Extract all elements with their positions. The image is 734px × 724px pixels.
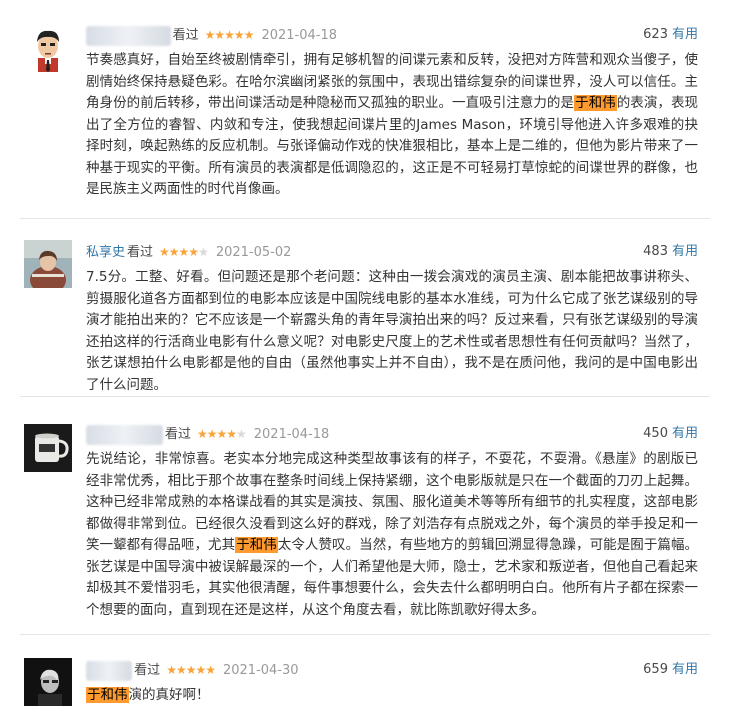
watch-status: 看过 [172, 28, 199, 43]
vote-count: 659 [643, 662, 668, 677]
useful-button[interactable]: 有用 [672, 27, 698, 42]
keyword-highlight: 于和伟 [235, 537, 278, 553]
divider [20, 634, 710, 635]
review-date: 2021-05-02 [215, 245, 292, 260]
keyword-highlight: 于和伟 [86, 687, 129, 703]
vote-count: 450 [643, 426, 668, 441]
review-date: 2021-04-30 [222, 663, 299, 678]
useful-button[interactable]: 有用 [672, 662, 698, 677]
vote-area: 659 有用 [643, 660, 698, 680]
review-meta: xxxxxxxxxx看过 ★★★★★ 2021-04-18 [86, 424, 330, 445]
username-link[interactable]: xxxxxx [86, 661, 133, 681]
username-link[interactable]: 私享史 [86, 243, 125, 263]
review-text-part: 演的真好啊！ [128, 687, 210, 703]
avatar[interactable] [24, 24, 72, 72]
review-meta: xxxxxx看过 ★★★★★ 2021-04-30 [86, 660, 299, 681]
avatar[interactable] [24, 658, 72, 706]
divider [20, 396, 710, 397]
watch-status: 看过 [127, 245, 154, 260]
rating-stars: ★★★★★ [166, 663, 216, 677]
rating-stars: ★★★★★ [196, 427, 247, 441]
rating-stars: ★★★★★ [204, 28, 255, 42]
review-meta: xxxxxxxxxxx看过 ★★★★★ 2021-04-18 [86, 25, 338, 46]
review-text-part: 7.5分。工整、好看。但问题还是那个老问题：这种由一拨会演戏的演员主演、剧本能把… [86, 269, 698, 393]
avatar[interactable] [24, 424, 72, 472]
rating-stars: ★★★★★ [159, 245, 209, 259]
username-link[interactable]: xxxxxxxxxx [86, 425, 163, 445]
review-meta: 私享史 看过 ★★★★★ 2021-05-02 [86, 242, 291, 262]
vote-area: 623 有用 [643, 25, 698, 45]
divider [20, 218, 710, 219]
vote-count: 483 [643, 244, 668, 259]
review-text: 先说结论，非常惊喜。老实本分地完成这种类型故事该有的样子，不耍花，不耍滑。《悬崖… [86, 449, 698, 621]
review-text: 于和伟演的真好啊！ [86, 685, 698, 707]
review-date: 2021-04-18 [253, 427, 330, 442]
username-link[interactable]: xxxxxxxxxxx [86, 26, 171, 46]
review-text: 7.5分。工整、好看。但问题还是那个老问题：这种由一拨会演戏的演员主演、剧本能把… [86, 267, 698, 396]
review-date: 2021-04-18 [261, 28, 338, 43]
useful-button[interactable]: 有用 [672, 244, 698, 259]
watch-status: 看过 [134, 663, 161, 678]
avatar[interactable] [24, 240, 72, 288]
review-text: 节奏感真好，自始至终被剧情牵引，拥有足够机智的间谍元素和反转，没把对方阵营和观众… [86, 50, 698, 201]
vote-area: 483 有用 [643, 242, 698, 262]
useful-button[interactable]: 有用 [672, 426, 698, 441]
keyword-highlight: 于和伟 [574, 95, 617, 111]
vote-count: 623 [643, 27, 668, 42]
vote-area: 450 有用 [643, 424, 698, 444]
watch-status: 看过 [164, 427, 191, 442]
